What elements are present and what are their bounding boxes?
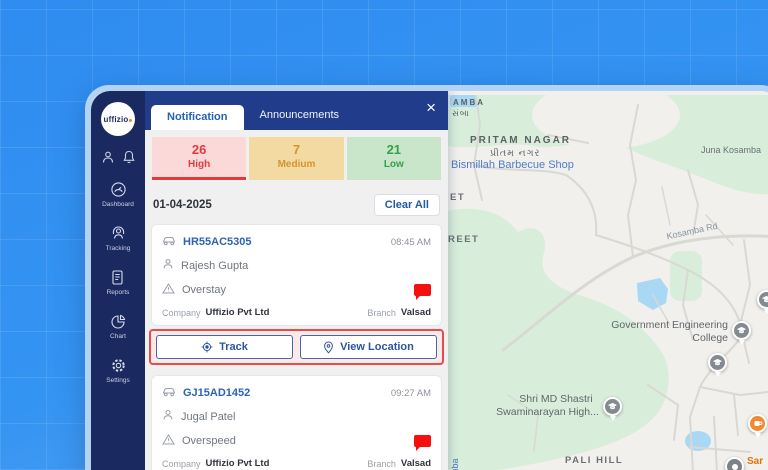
map-label-river-vertical: amba [450, 458, 460, 470]
sidebar-item-label: Dashboard [102, 201, 134, 208]
company-value: Uffizio Pvt Ltd [206, 307, 270, 318]
branch-value: Valsad [401, 458, 431, 469]
track-button[interactable]: Track [156, 335, 293, 359]
sidebar-item-label: Settings [106, 377, 130, 384]
map-label-bismillah-barbecue-shop[interactable]: Bismillah Barbecue Shop [451, 159, 574, 171]
notification-time: 08:45 AM [391, 237, 431, 248]
uffizio-logo[interactable]: uffizio [101, 102, 135, 136]
stat-medium-count: 7 [249, 142, 343, 157]
cafe-marker-icon[interactable] [748, 414, 767, 433]
notification-card: HR55AC5305 08:45 AM Rajesh Gupta [151, 224, 442, 326]
map-label-kosamba-cut: AMBA [453, 98, 485, 107]
school-marker-icon[interactable] [732, 321, 751, 340]
alert-type: Overspeed [182, 435, 236, 447]
stat-high-label: High [152, 159, 246, 170]
driver-name: Rajesh Gupta [181, 260, 248, 272]
tutorial-highlight-box: Track View Location [149, 329, 444, 365]
vehicle-number-link[interactable]: HR55AC5305 [183, 236, 251, 248]
bell-icon[interactable] [122, 150, 136, 164]
school-marker-icon[interactable] [708, 353, 727, 372]
close-icon[interactable]: × [426, 99, 436, 116]
map-label-street-cut-2: REET [448, 234, 479, 245]
track-button-label: Track [219, 341, 248, 353]
driver-icon [162, 408, 174, 426]
report-doc-icon [109, 269, 126, 286]
branch-label: Branch [367, 308, 396, 318]
stat-medium[interactable]: 7 Medium [249, 137, 343, 180]
sidebar-item-label: Reports [107, 289, 130, 296]
car-icon [162, 233, 176, 251]
stat-high[interactable]: 26 High [152, 137, 246, 180]
sidebar-item-tracking[interactable]: Tracking [106, 225, 131, 252]
map-canvas[interactable]: AMBA સંબા PRITAM NAGAR પ્રીતમ નગર Bismil… [448, 95, 768, 470]
gear-icon [110, 357, 127, 374]
gauge-icon [110, 181, 127, 198]
stat-low-count: 21 [347, 142, 441, 157]
map-label-shri-md-shastri: Shri MD Shastri [503, 393, 609, 406]
tab-notification[interactable]: Notification [151, 105, 244, 130]
driver-name: Jugal Patel [181, 411, 235, 423]
vehicle-number-link[interactable]: GJ15AD1452 [183, 387, 250, 399]
panel-header: Notification Announcements × [145, 91, 448, 130]
blueprint-background: AMBA સંબા PRITAM NAGAR પ્રીતમ નગર Bismil… [0, 0, 768, 470]
date-label: 01-04-2025 [153, 199, 212, 211]
company-label: Company [162, 308, 201, 318]
map-label-pritam-nagar: PRITAM NAGAR [470, 135, 571, 146]
map-label-street-cut-1: ET [450, 192, 465, 203]
company-label: Company [162, 459, 201, 469]
pie-chart-icon [110, 313, 127, 330]
alert-triangle-icon [162, 281, 175, 299]
stat-medium-label: Medium [249, 159, 343, 170]
driver-icon [162, 257, 174, 275]
branch-label: Branch [367, 459, 396, 469]
users-icon[interactable] [101, 150, 115, 164]
notification-panel: Notification Announcements × 26 High 7 M… [145, 91, 448, 470]
logo-text: uffizio [104, 115, 129, 124]
school-marker-icon[interactable] [603, 397, 622, 416]
sidebar-item-dashboard[interactable]: Dashboard [102, 181, 134, 208]
severity-stats: 26 High 7 Medium 21 Low [152, 137, 441, 180]
poi-marker-icon[interactable] [725, 457, 744, 470]
company-value: Uffizio Pvt Ltd [206, 458, 270, 469]
sidebar: uffizio [91, 91, 145, 470]
stat-low-label: Low [347, 159, 441, 170]
map-label-swaminarayan-high: Swaminarayan High... [486, 406, 609, 419]
red-flag-icon [414, 284, 431, 296]
clear-all-button[interactable]: Clear All [374, 194, 440, 216]
app-window: AMBA સંબા PRITAM NAGAR પ્રીતમ નગર Bismil… [85, 85, 768, 470]
stat-high-count: 26 [152, 142, 246, 157]
sidebar-item-label: Chart [110, 333, 126, 340]
sidebar-item-settings[interactable]: Settings [106, 357, 130, 384]
alert-type: Overstay [182, 284, 226, 296]
map-label-government-engineering-college: Government Engineering College [606, 319, 728, 345]
sidebar-item-label: Tracking [106, 245, 131, 252]
map-label-sar-cut: Sar [747, 456, 763, 467]
branch-value: Valsad [401, 307, 431, 318]
view-location-button-label: View Location [340, 341, 414, 353]
map-label-juna-kosamba: Juna Kosamba [701, 145, 761, 155]
map-label-kosamba-gujarati: સંબા [452, 108, 470, 119]
tab-announcements[interactable]: Announcements [256, 103, 344, 130]
stat-low[interactable]: 21 Low [347, 137, 441, 180]
sidebar-item-reports[interactable]: Reports [107, 269, 130, 296]
map-label-pali-hill: PALI HILL [565, 455, 623, 466]
notification-time: 09:27 AM [391, 388, 431, 399]
view-location-button[interactable]: View Location [300, 335, 437, 359]
sidebar-item-chart[interactable]: Chart [110, 313, 127, 340]
car-icon [162, 384, 176, 402]
red-flag-icon [414, 435, 431, 447]
location-pin-icon [110, 225, 127, 242]
alert-triangle-icon [162, 432, 175, 450]
map-label-pritam-nagar-gujarati: પ્રીતમ નગર [490, 148, 540, 159]
notification-card: GJ15AD1452 09:27 AM Jugal Patel [151, 375, 442, 470]
logo-dot [129, 119, 132, 122]
